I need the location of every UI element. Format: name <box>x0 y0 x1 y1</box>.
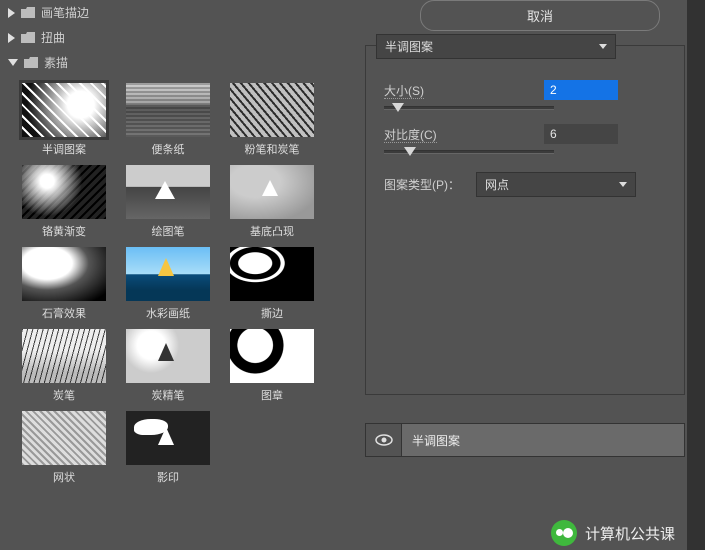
filter-photocopy[interactable]: 影印 <box>122 411 214 485</box>
thumbnail-label: 绘图笔 <box>122 223 214 239</box>
thumbnail-label: 网状 <box>18 469 110 485</box>
size-input[interactable]: 2 <box>544 80 618 100</box>
filter-water-paper[interactable]: 水彩画纸 <box>122 247 214 321</box>
folder-label: 扭曲 <box>41 29 65 46</box>
folder-icon <box>21 32 35 43</box>
folder-icon <box>21 7 35 18</box>
chevron-right-icon <box>8 33 15 43</box>
filter-thumbnails: 半调图案 便条纸 粉笔和炭笔 铬黄渐变 绘图笔 基底凸现 <box>0 75 335 493</box>
chevron-down-icon <box>599 44 607 49</box>
contrast-input[interactable]: 6 <box>544 124 618 144</box>
thumbnail-label: 便条纸 <box>122 141 214 157</box>
thumbnail-label: 撕边 <box>226 305 318 321</box>
folder-icon <box>24 57 38 68</box>
folder-label: 画笔描边 <box>41 4 89 21</box>
thumbnail-image <box>22 247 106 301</box>
size-label: 大小(S) <box>384 82 544 99</box>
pattern-type-value: 网点 <box>485 176 509 193</box>
thumbnail-label: 图章 <box>226 387 318 403</box>
slider-thumb-icon[interactable] <box>404 147 416 156</box>
thumbnail-image <box>126 329 210 383</box>
thumbnail-image <box>230 165 314 219</box>
filter-gallery-panel: 画笔描边 扭曲 素描 半调图案 便条纸 粉笔和炭笔 <box>0 0 335 550</box>
filter-stamp[interactable]: 图章 <box>226 329 318 403</box>
chevron-down-icon <box>619 182 627 187</box>
contrast-label: 对比度(C) <box>384 126 544 143</box>
filter-bas-relief[interactable]: 基底凸现 <box>226 165 318 239</box>
filter-reticulation[interactable]: 网状 <box>18 411 110 485</box>
thumbnail-label: 水彩画纸 <box>122 305 214 321</box>
thumbnail-label: 铬黄渐变 <box>18 223 110 239</box>
thumbnail-image <box>22 411 106 465</box>
eye-icon <box>375 434 393 446</box>
filter-dropdown[interactable]: 半调图案 <box>376 34 616 59</box>
thumbnail-image <box>230 247 314 301</box>
folder-sketch[interactable]: 素描 <box>0 50 335 75</box>
thumbnail-label: 半调图案 <box>18 141 110 157</box>
filter-conte-crayon[interactable]: 炭精笔 <box>122 329 214 403</box>
effect-layer-row[interactable]: 半调图案 <box>365 423 685 457</box>
watermark-text: 计算机公共课 <box>585 523 675 544</box>
thumbnail-image <box>230 83 314 137</box>
thumbnail-label: 石膏效果 <box>18 305 110 321</box>
filter-torn-edges[interactable]: 撕边 <box>226 247 318 321</box>
right-edge-strip <box>687 0 705 550</box>
thumbnail-image <box>22 165 106 219</box>
filter-note-paper[interactable]: 便条纸 <box>122 83 214 157</box>
thumbnail-image <box>126 247 210 301</box>
thumbnail-image <box>126 83 210 137</box>
thumbnail-image <box>22 83 106 137</box>
filter-graphic-pen[interactable]: 绘图笔 <box>122 165 214 239</box>
folder-brush-strokes[interactable]: 画笔描边 <box>0 0 335 25</box>
filter-charcoal[interactable]: 炭笔 <box>18 329 110 403</box>
folder-label: 素描 <box>44 54 68 71</box>
slider-thumb-icon[interactable] <box>392 103 404 112</box>
thumbnail-label: 炭精笔 <box>122 387 214 403</box>
thumbnail-label: 炭笔 <box>18 387 110 403</box>
watermark: 计算机公共课 <box>551 520 675 546</box>
layer-visibility-toggle[interactable] <box>366 424 402 456</box>
thumbnail-label: 影印 <box>122 469 214 485</box>
pattern-type-label: 图案类型(P)： <box>384 176 476 193</box>
wechat-icon <box>551 520 577 546</box>
thumbnail-image <box>230 329 314 383</box>
filter-halftone-pattern[interactable]: 半调图案 <box>18 83 110 157</box>
pattern-type-select[interactable]: 网点 <box>476 172 636 197</box>
layer-name: 半调图案 <box>402 432 460 449</box>
size-slider[interactable] <box>384 106 554 110</box>
filter-chalk-charcoal[interactable]: 粉笔和炭笔 <box>226 83 318 157</box>
contrast-slider[interactable] <box>384 150 554 154</box>
thumbnail-image <box>126 411 210 465</box>
folder-distort[interactable]: 扭曲 <box>0 25 335 50</box>
filter-options-group: 半调图案 大小(S) 2 对比度(C) 6 <box>365 45 685 395</box>
filter-chrome[interactable]: 铬黄渐变 <box>18 165 110 239</box>
chevron-down-icon <box>8 59 18 66</box>
chevron-right-icon <box>8 8 15 18</box>
options-panel: 确定 取消 半调图案 大小(S) 2 <box>335 0 705 550</box>
thumbnail-image <box>22 329 106 383</box>
thumbnail-label: 粉笔和炭笔 <box>226 141 318 157</box>
filter-plaster[interactable]: 石膏效果 <box>18 247 110 321</box>
cancel-button[interactable]: 取消 <box>420 0 660 31</box>
thumbnail-image <box>126 165 210 219</box>
filter-dropdown-value: 半调图案 <box>385 38 433 55</box>
thumbnail-label: 基底凸现 <box>226 223 318 239</box>
